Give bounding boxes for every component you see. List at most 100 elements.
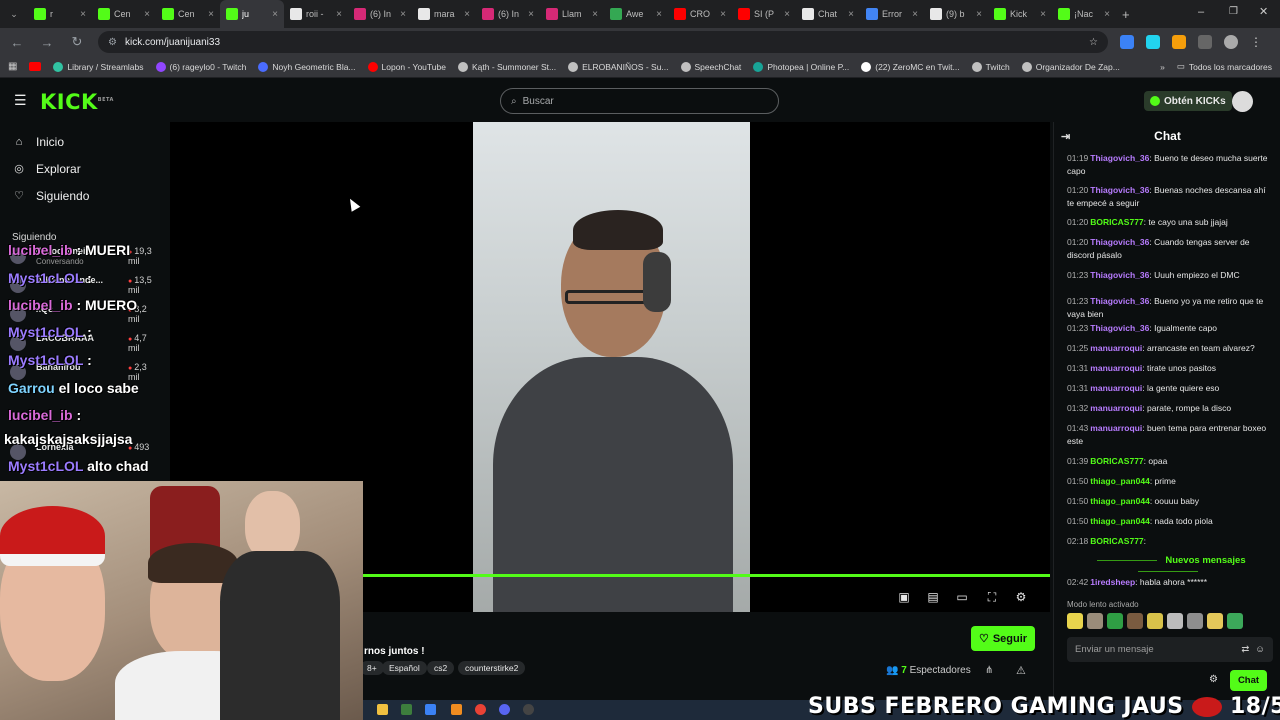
browser-tab[interactable]: Error × bbox=[860, 0, 924, 28]
emote-icon[interactable] bbox=[1207, 613, 1223, 629]
browser-tab[interactable]: mara × bbox=[412, 0, 476, 28]
translate-icon[interactable]: ⇄ bbox=[1241, 644, 1249, 655]
tab-close-icon[interactable]: × bbox=[976, 9, 982, 20]
tab-close-icon[interactable]: × bbox=[656, 9, 662, 20]
taskbar-chrome-icon[interactable] bbox=[475, 704, 486, 715]
emote-icon[interactable] bbox=[1227, 613, 1243, 629]
emote-icon[interactable] bbox=[1167, 613, 1183, 629]
chat-username[interactable]: Thiagovich_36 bbox=[1090, 153, 1149, 163]
chat-username[interactable]: BORICAS777 bbox=[1090, 536, 1143, 546]
emote-icon[interactable] bbox=[1107, 613, 1123, 629]
taskbar-app-icon[interactable] bbox=[451, 704, 462, 715]
browser-tab[interactable]: r × bbox=[28, 0, 92, 28]
chat-username[interactable]: Thiagovich_36 bbox=[1090, 323, 1149, 333]
collapse-chat-icon[interactable]: ⇥ bbox=[1061, 130, 1070, 143]
emote-icon[interactable] bbox=[1147, 613, 1163, 629]
taskbar-app-icon[interactable] bbox=[377, 704, 388, 715]
settings-gear-icon[interactable]: ⚙ bbox=[1014, 590, 1028, 604]
bookmark-item[interactable]: SpeechChat bbox=[680, 61, 741, 72]
tab-close-icon[interactable]: × bbox=[336, 9, 342, 20]
tab-close-icon[interactable]: × bbox=[784, 9, 790, 20]
taskbar-app-icon[interactable] bbox=[425, 704, 436, 715]
taskbar-app-icon[interactable] bbox=[401, 704, 412, 715]
stream-tag[interactable]: 8+ bbox=[360, 661, 384, 675]
browser-tab[interactable]: roii - × bbox=[284, 0, 348, 28]
browser-tab[interactable]: ¡Nac × bbox=[1052, 0, 1116, 28]
site-info-icon[interactable]: ⚙ bbox=[108, 37, 117, 48]
browser-tab[interactable]: Awe × bbox=[604, 0, 668, 28]
extension-icon[interactable] bbox=[1172, 35, 1186, 49]
emote-icon[interactable] bbox=[1067, 613, 1083, 629]
bookmark-item[interactable]: Lopon - YouTube bbox=[367, 61, 446, 72]
chat-username[interactable]: manuarroqui bbox=[1090, 383, 1142, 393]
search-input[interactable]: ⌕ Buscar bbox=[500, 88, 779, 114]
bookmark-item[interactable]: Twitch bbox=[971, 61, 1010, 72]
stream-tag[interactable]: Español bbox=[382, 661, 427, 675]
extensions-puzzle-icon[interactable] bbox=[1198, 35, 1212, 49]
stream-tag[interactable]: cs2 bbox=[427, 661, 455, 675]
browser-menu-icon[interactable]: ⋮ bbox=[1250, 35, 1262, 49]
restore-button[interactable]: ❐ bbox=[1229, 6, 1238, 17]
chat-username[interactable]: thiago_pan044 bbox=[1090, 496, 1150, 506]
apps-grid-icon[interactable]: ▦ bbox=[8, 61, 17, 72]
chat-username[interactable]: Thiagovich_36 bbox=[1090, 296, 1149, 306]
chat-username[interactable]: thiago_pan044 bbox=[1090, 476, 1150, 486]
chat-input[interactable]: Enviar un mensaje ⇄ ☺ bbox=[1067, 637, 1273, 662]
taskbar-obs-icon[interactable] bbox=[523, 704, 534, 715]
browser-tab[interactable]: Kick × bbox=[988, 0, 1052, 28]
browser-tab[interactable]: Llam × bbox=[540, 0, 604, 28]
stream-progress-bar[interactable] bbox=[363, 574, 1050, 577]
chat-username[interactable]: manuarroqui bbox=[1090, 403, 1142, 413]
tab-close-icon[interactable]: × bbox=[912, 9, 918, 20]
emote-icon[interactable] bbox=[1127, 613, 1143, 629]
browser-tab[interactable]: (9) b × bbox=[924, 0, 988, 28]
tab-close-icon[interactable]: × bbox=[592, 9, 598, 20]
chat-username[interactable]: thiago_pan044 bbox=[1090, 516, 1150, 526]
chat-username[interactable]: Thiagovich_36 bbox=[1090, 237, 1149, 247]
chat-username[interactable]: BORICAS777 bbox=[1090, 217, 1143, 227]
tab-close-icon[interactable]: × bbox=[80, 9, 86, 20]
tab-close-icon[interactable]: × bbox=[208, 9, 214, 20]
bookmark-item[interactable]: (6) rageylo0 - Twitch bbox=[155, 61, 246, 72]
tab-close-icon[interactable]: × bbox=[400, 9, 406, 20]
chat-username[interactable]: Thiagovich_36 bbox=[1090, 185, 1149, 195]
bookmark-item[interactable]: (22) ZeroMC en Twit... bbox=[861, 61, 960, 72]
browser-tab[interactable]: Cen × bbox=[92, 0, 156, 28]
minimize-button[interactable]: – bbox=[1198, 6, 1204, 18]
emoji-icon[interactable]: ☺ bbox=[1255, 644, 1265, 655]
bookmark-item[interactable]: Library / Streamlabs bbox=[53, 61, 144, 72]
browser-tab[interactable]: Cen × bbox=[156, 0, 220, 28]
chat-username[interactable]: 1iredsheep bbox=[1090, 577, 1135, 587]
browser-tab[interactable]: CRO × bbox=[668, 0, 732, 28]
profile-avatar-icon[interactable] bbox=[1224, 35, 1238, 49]
close-window-button[interactable]: ✕ bbox=[1259, 5, 1268, 18]
chat-send-button[interactable]: Chat bbox=[1230, 670, 1267, 691]
browser-tab[interactable]: (6) In × bbox=[348, 0, 412, 28]
follow-button[interactable]: ♡ Seguir bbox=[971, 626, 1035, 651]
all-bookmarks-folder[interactable]: ▭ Todos los marcadores bbox=[1177, 61, 1272, 72]
bookmark-star-icon[interactable]: ☆ bbox=[1089, 37, 1098, 48]
chat-username[interactable]: manuarroqui bbox=[1090, 343, 1142, 353]
url-field[interactable]: ⚙ kick.com/juanijuani33 ☆ bbox=[98, 31, 1108, 53]
chat-username[interactable]: Thiagovich_36 bbox=[1090, 270, 1149, 280]
bookmark-item[interactable]: Organizador De Zap... bbox=[1021, 61, 1120, 72]
miniplayer-icon[interactable]: ▣ bbox=[897, 590, 911, 604]
chat-username[interactable]: BORICAS777 bbox=[1090, 456, 1143, 466]
tab-close-icon[interactable]: × bbox=[1040, 9, 1046, 20]
bookmark-item[interactable]: ELROBANIÑOS - Su... bbox=[568, 61, 669, 72]
tab-close-icon[interactable]: × bbox=[272, 9, 278, 20]
browser-tab[interactable]: SI (P × bbox=[732, 0, 796, 28]
browser-tab[interactable]: (6) In × bbox=[476, 0, 540, 28]
emote-icon[interactable] bbox=[1187, 613, 1203, 629]
get-kicks-button[interactable]: Obtén KICKs bbox=[1144, 91, 1232, 111]
sidebar-item-home[interactable]: ⌂ Inicio bbox=[0, 128, 170, 155]
video-frame[interactable] bbox=[473, 122, 750, 612]
fullscreen-icon[interactable]: ⛶ bbox=[985, 590, 999, 604]
theater-mode-icon[interactable]: ▤ bbox=[926, 590, 940, 604]
tab-close-icon[interactable]: × bbox=[720, 9, 726, 20]
back-icon[interactable]: ← bbox=[8, 35, 26, 50]
kick-logo[interactable]: KICKBETA bbox=[40, 90, 114, 114]
bookmark-item[interactable]: Photopea | Online P... bbox=[753, 61, 849, 72]
reload-icon[interactable]: ↻ bbox=[68, 34, 86, 50]
tab-close-icon[interactable]: × bbox=[528, 9, 534, 20]
